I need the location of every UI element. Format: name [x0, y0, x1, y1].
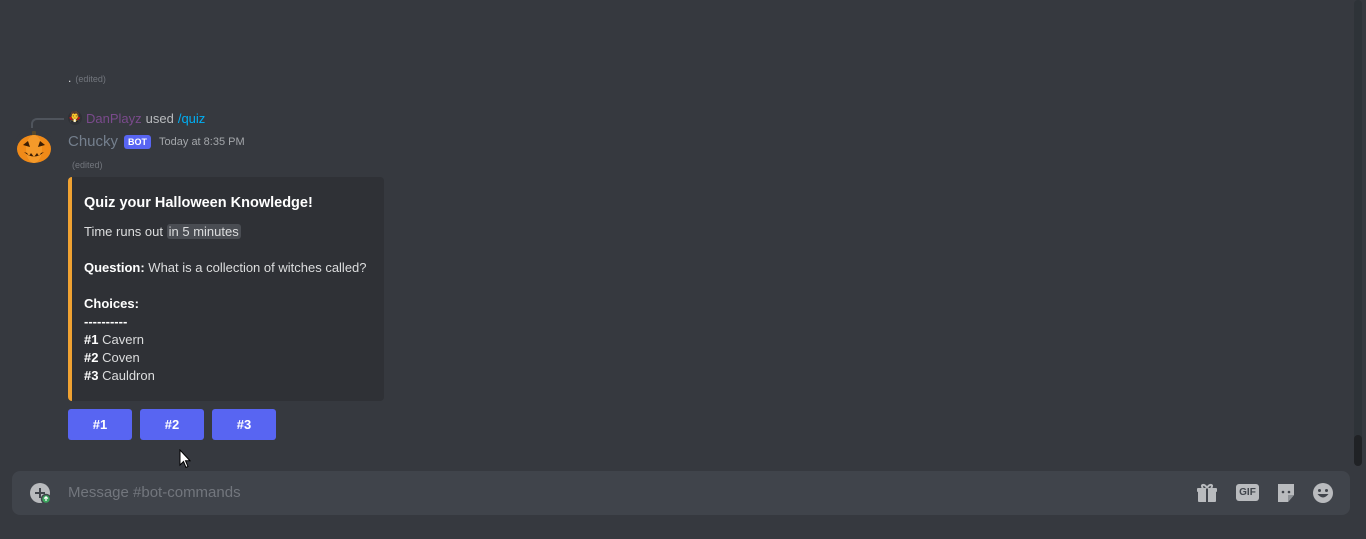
edited-label: (edited)	[75, 74, 106, 84]
question-text: What is a collection of witches called?	[148, 260, 367, 275]
scrollbar-thumb[interactable]	[1354, 435, 1362, 466]
scrollbar-track[interactable]	[1354, 0, 1362, 462]
pumpkin-icon	[14, 128, 54, 168]
choice-number: #3	[84, 368, 99, 383]
previous-message: . (edited)	[68, 71, 106, 85]
sticker-icon[interactable]	[1275, 482, 1297, 504]
choice-number: #2	[84, 350, 99, 365]
gif-button[interactable]: GIF	[1236, 484, 1259, 501]
reply-avatar-icon: 🧛	[68, 111, 82, 125]
bot-username[interactable]: Chucky	[68, 133, 118, 150]
question-label: Question:	[84, 260, 145, 275]
choices-label: Choices:	[84, 296, 139, 311]
reply-context[interactable]: 🧛 DanPlayz used /quiz	[68, 110, 205, 126]
previous-message-text: .	[68, 71, 72, 85]
choice-item: #2 Coven	[84, 349, 368, 367]
reply-spine	[31, 118, 64, 128]
attach-plus-icon[interactable]	[30, 483, 50, 503]
time-prefix: Time runs out	[84, 224, 163, 239]
bot-badge: BOT	[124, 134, 152, 149]
answer-buttons: #1 #2 #3	[68, 409, 276, 440]
time-line: Time runs out in 5 minutes	[84, 223, 368, 241]
choices-heading: Choices:	[84, 295, 368, 313]
mouse-cursor-icon	[179, 449, 191, 469]
reply-username[interactable]: DanPlayz	[86, 111, 142, 126]
chat-view: . (edited) 🧛 DanPlayz used /quiz Chucky B…	[0, 0, 1366, 539]
divider-text: ----------	[84, 314, 128, 329]
message-header: Chucky BOT Today at 8:35 PM	[68, 133, 245, 150]
choices-divider: ----------	[84, 313, 368, 331]
message-composer: GIF	[12, 471, 1350, 515]
bot-avatar[interactable]	[14, 128, 54, 168]
answer-button-1[interactable]: #1	[68, 409, 132, 440]
quiz-embed: Quiz your Halloween Knowledge! Time runs…	[68, 177, 384, 401]
emoji-icon[interactable]	[1312, 482, 1334, 504]
reply-command[interactable]: /quiz	[178, 111, 205, 126]
choice-text: Cauldron	[102, 368, 155, 383]
choice-text: Coven	[102, 350, 140, 365]
time-remaining: in 5 minutes	[166, 224, 241, 239]
edited-label: (edited)	[72, 160, 103, 170]
gift-icon[interactable]	[1196, 482, 1218, 504]
message-input[interactable]	[68, 484, 968, 501]
answer-button-2[interactable]: #2	[140, 409, 204, 440]
reply-verb: used	[145, 110, 174, 126]
question-line: Question: What is a collection of witche…	[84, 259, 368, 277]
choice-text: Cavern	[102, 332, 145, 347]
embed-title: Quiz your Halloween Knowledge!	[84, 195, 313, 211]
choice-item: #3 Cauldron	[84, 367, 368, 385]
choice-number: #1	[84, 332, 99, 347]
choice-item: #1 Cavern	[84, 331, 368, 349]
message-timestamp: Today at 8:35 PM	[159, 135, 245, 148]
answer-button-3[interactable]: #3	[212, 409, 276, 440]
